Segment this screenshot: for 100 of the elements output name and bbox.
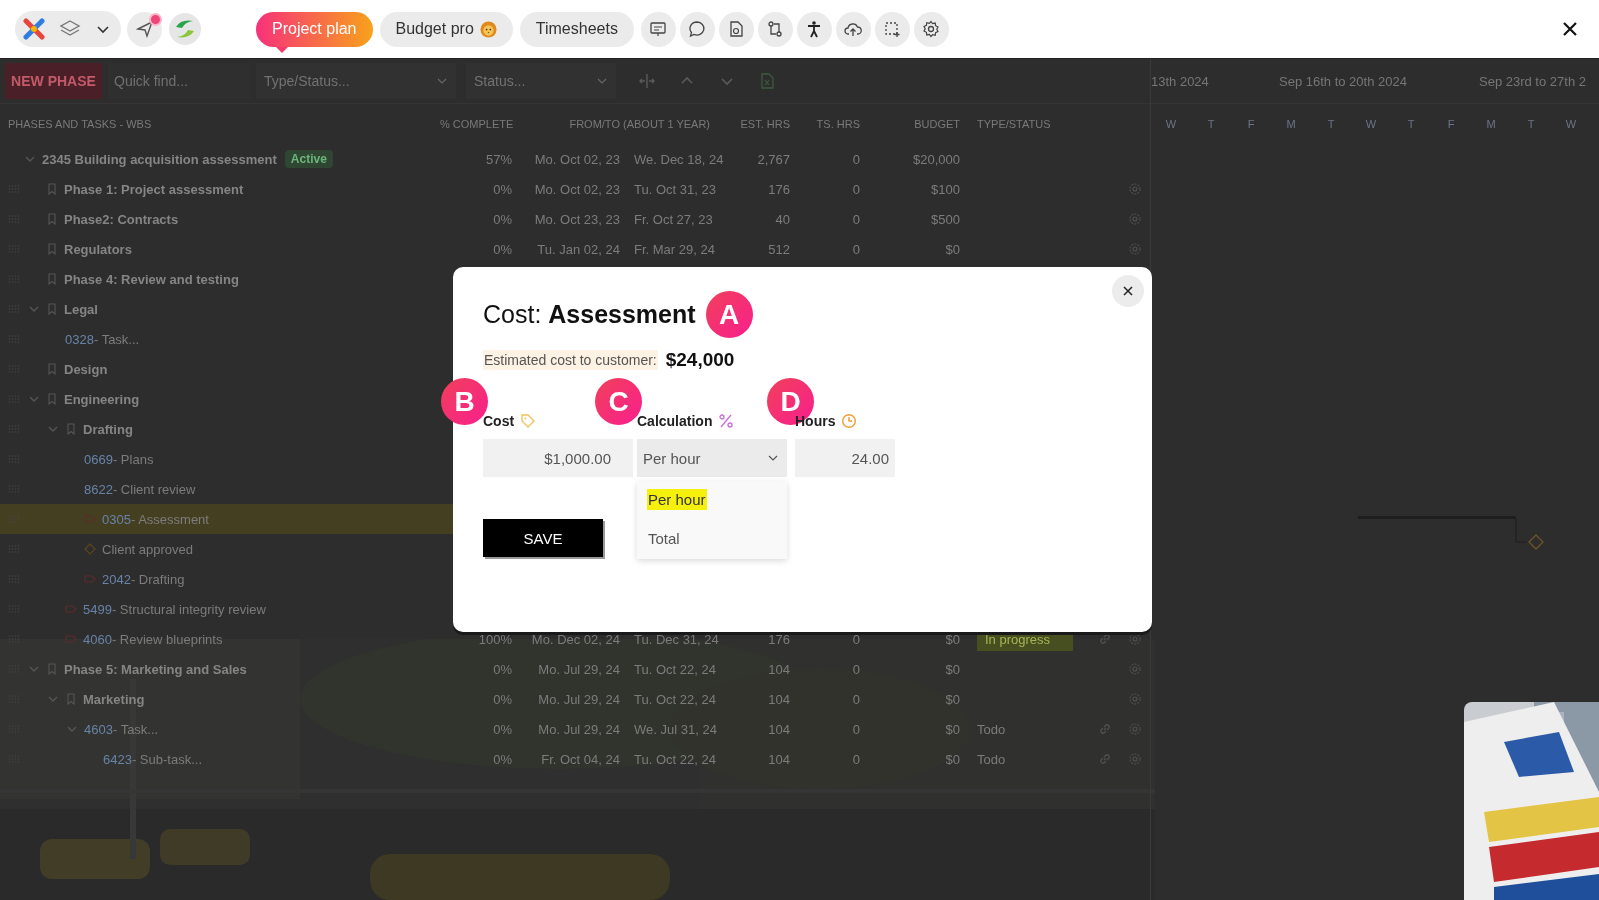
table-cell-text: Tu. Oct 22, 24 xyxy=(633,661,717,677)
table-cell-text: Fr. Oct 04, 24 xyxy=(540,751,620,767)
column-header: BUDGET xyxy=(913,118,960,130)
day-label: W xyxy=(1164,118,1178,130)
week-label: Sep 16th to 20th 2024 xyxy=(1278,73,1408,89)
table-cell-text: 0% xyxy=(492,661,512,677)
table-cell-text: We. Jul 31, 24 xyxy=(633,721,718,737)
task-name: Regulators xyxy=(64,241,132,257)
task-code: 4603 xyxy=(84,721,113,737)
table-cell-text: $100 xyxy=(930,181,960,197)
task-name: Client approved xyxy=(102,541,194,557)
table-cell-text: 100% xyxy=(477,631,512,647)
task-name: - Assessment xyxy=(130,511,209,527)
day-label: T xyxy=(1406,118,1416,130)
table-cell-text: Tu. Oct 22, 24 xyxy=(633,751,717,767)
table-cell-text: Mo. Dec 02, 24 xyxy=(530,631,620,647)
table-cell-text: Tu. Oct 31, 23 xyxy=(633,181,717,197)
task-name: Phase 5: Marketing and Sales xyxy=(64,661,247,677)
task-code: 0669 xyxy=(84,451,113,467)
column-header: TS. HRS xyxy=(815,118,860,130)
table-cell-text: $0 xyxy=(944,631,960,647)
table-cell-text: 0% xyxy=(492,751,512,767)
table-cell-text: 512 xyxy=(767,241,790,257)
table-cell-text: Mo. Oct 02, 23 xyxy=(533,181,620,197)
task-name: Phase 4: Review and testing xyxy=(64,271,239,287)
estimate-value: $24,000 xyxy=(665,349,735,371)
column-header: PHASES AND TASKS - WBS xyxy=(7,118,153,130)
table-cell-text: 0 xyxy=(851,631,860,647)
table-cell-text: 0 xyxy=(851,661,860,677)
table-cell-text: 40 xyxy=(774,211,790,227)
task-code: 4060 xyxy=(83,631,112,647)
task-name: Drafting xyxy=(83,421,133,437)
table-cell-text: 0% xyxy=(492,721,512,737)
table-cell-text: 0 xyxy=(851,151,860,167)
table-cell-text: 0 xyxy=(851,721,860,737)
dialog-title: Cost: Assessment xyxy=(483,300,696,329)
table-cell-text: Fr. Mar 29, 24 xyxy=(633,241,716,257)
table-cell-text: 176 xyxy=(767,181,790,197)
task-name: - Drafting xyxy=(130,571,185,587)
day-label: T xyxy=(1206,118,1216,130)
column-header: TYPE/STATUS xyxy=(976,118,1052,130)
day-label: M xyxy=(1485,118,1497,130)
table-cell-text: 0% xyxy=(492,211,512,227)
table-cell-text: $0 xyxy=(944,241,960,257)
estimate-label: Estimated cost to customer: xyxy=(483,350,658,370)
table-cell-text: 104 xyxy=(767,721,790,737)
table-cell-text: $0 xyxy=(944,721,960,737)
table-cell-text: $0 xyxy=(944,661,960,677)
task-name: Legal xyxy=(64,301,98,317)
task-name: Engineering xyxy=(64,391,140,407)
table-cell-text: 176 xyxy=(767,631,790,647)
table-cell-text: 0% xyxy=(492,181,512,197)
table-cell-text: Mo. Jul 29, 24 xyxy=(537,721,620,737)
day-label: W xyxy=(1364,118,1378,130)
task-code: 2042 xyxy=(102,571,131,587)
table-cell-text: 0% xyxy=(492,691,512,707)
day-label: F xyxy=(1446,118,1456,130)
table-cell-text: $20,000 xyxy=(912,151,960,167)
table-cell-text: 0% xyxy=(492,241,512,257)
day-label: F xyxy=(1246,118,1256,130)
table-cell-text: Tu. Oct 22, 24 xyxy=(633,691,717,707)
status-badge: Active xyxy=(284,150,333,168)
week-label: Sep 23rd to 27th 2 xyxy=(1478,73,1587,89)
task-code: 5499 xyxy=(83,601,112,617)
task-code: 0328 xyxy=(65,331,94,347)
day-label: M xyxy=(1285,118,1297,130)
table-cell-text: Tu. Dec 31, 24 xyxy=(633,631,720,647)
table-cell-text: 0 xyxy=(851,211,860,227)
task-name: - Plans xyxy=(112,451,154,467)
table-cell-text: 0 xyxy=(851,751,860,767)
task-name: Phase 1: Project assessment xyxy=(64,181,244,197)
day-label: T xyxy=(1526,118,1536,130)
table-cell-text: Mo. Oct 23, 23 xyxy=(533,211,620,227)
day-label: W xyxy=(1564,118,1578,130)
column-header: EST. HRS xyxy=(739,118,790,130)
task-name: - Task... xyxy=(93,331,140,347)
task-name: Phase2: Contracts xyxy=(64,211,179,227)
table-cell-text: 104 xyxy=(767,661,790,677)
table-cell-text: $500 xyxy=(930,211,960,227)
column-header: % COMPLETE xyxy=(440,118,512,130)
table-cell-text: $0 xyxy=(944,751,960,767)
field-label: Hours xyxy=(795,413,836,429)
table-cell-text: 0 xyxy=(851,241,860,257)
table-cell-text: Mo. Jul 29, 24 xyxy=(537,661,620,677)
table-cell-text: 0 xyxy=(851,691,860,707)
table-cell-text: 104 xyxy=(767,751,790,767)
table-cell-text: Fr. Oct 27, 23 xyxy=(633,211,714,227)
task-name: 2345 Building acquisition assessment xyxy=(42,151,277,167)
task-name: - Task... xyxy=(112,721,159,737)
task-name: - Structural integrity review xyxy=(111,601,266,617)
task-name: Design xyxy=(64,361,108,377)
field-label: Cost xyxy=(483,413,515,429)
table-cell-text: Mo. Oct 02, 23 xyxy=(533,151,620,167)
field-label: Calculation xyxy=(637,413,713,429)
task-code: 6423 xyxy=(103,751,132,767)
column-header: FROM/TO (ABOUT 1 YEAR) xyxy=(568,118,711,130)
week-label: 13th 2024 xyxy=(1151,73,1210,89)
annotation-marker: A xyxy=(705,291,753,338)
task-name: Marketing xyxy=(83,691,145,707)
status-label: Todo xyxy=(977,721,1006,737)
